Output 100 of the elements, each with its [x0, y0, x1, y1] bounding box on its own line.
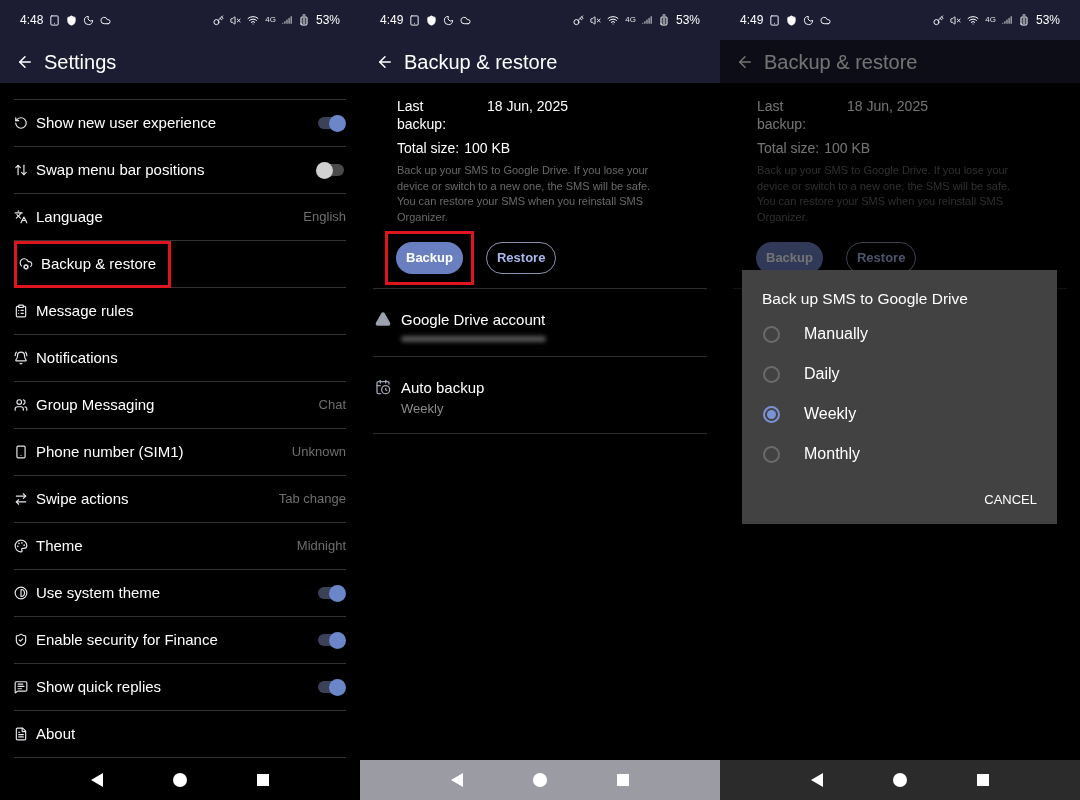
field-label: Last backup: — [757, 97, 808, 133]
row-title: Auto backup — [401, 377, 485, 398]
setting-value: Unknown — [291, 443, 346, 462]
settings-item[interactable]: Message rules — [14, 288, 346, 335]
field-label: Total size: — [397, 139, 460, 158]
radio-option[interactable]: Monthly — [742, 434, 1057, 475]
setting-label: Swap menu bar positions — [36, 159, 205, 180]
calendar-clock-icon — [375, 378, 391, 395]
screen-title: Settings — [44, 49, 117, 75]
settings-item[interactable]: Swap menu bar positions — [14, 147, 346, 194]
home-nav-icon[interactable] — [893, 773, 907, 787]
signal-icon — [641, 15, 652, 25]
toggle-switch[interactable] — [316, 630, 346, 650]
option-label: Weekly — [804, 404, 857, 425]
setting-label: Show new user experience — [36, 112, 217, 133]
setting-label: Use system theme — [36, 582, 161, 603]
cancel-button[interactable]: CANCEL — [984, 490, 1037, 510]
clock: 4:49 — [740, 12, 764, 29]
network-type: 4G — [625, 14, 636, 26]
clipboard-icon — [14, 304, 28, 318]
option-label: Daily — [804, 364, 840, 385]
signal-icon — [281, 15, 292, 25]
settings-row[interactable]: Google Drive account — [373, 289, 707, 357]
cloud-icon — [100, 14, 112, 26]
setting-label: Backup & restore — [41, 253, 157, 274]
setting-label: About — [36, 723, 76, 744]
people-icon — [14, 398, 28, 412]
setting-value: Midnight — [296, 537, 346, 556]
toggle-switch[interactable] — [316, 160, 346, 180]
battery-level: 53% — [1035, 12, 1060, 29]
screen-title: Backup & restore — [404, 49, 558, 75]
radio-button[interactable] — [763, 325, 780, 343]
setting-value: English — [303, 208, 346, 227]
settings-item[interactable]: Notifications — [14, 335, 346, 382]
swipe-arrow-icon — [14, 492, 28, 506]
back-nav-icon[interactable] — [91, 773, 103, 787]
setting-label: Phone number (SIM1) — [36, 441, 184, 462]
settings-item[interactable]: Phone number (SIM1) Unknown — [14, 429, 346, 476]
battery-icon — [1017, 14, 1030, 26]
radio-button[interactable] — [763, 405, 780, 423]
settings-item[interactable]: Language English — [14, 194, 346, 241]
toggle-switch[interactable] — [316, 583, 346, 603]
setting-label: Enable security for Finance — [36, 629, 218, 650]
toggle-switch[interactable] — [316, 113, 346, 133]
cloud-icon — [820, 14, 832, 26]
settings-item[interactable]: Theme Midnight — [14, 523, 346, 570]
settings-item[interactable]: Use system theme — [14, 570, 346, 617]
network-type: 4G — [985, 14, 996, 26]
palette-icon — [14, 539, 28, 553]
key-icon — [213, 14, 225, 26]
key-icon — [573, 14, 585, 26]
setting-label: Notifications — [36, 347, 118, 368]
radio-option[interactable]: Weekly — [742, 394, 1057, 435]
tablet-icon — [49, 14, 61, 26]
home-nav-icon[interactable] — [173, 773, 187, 787]
language-icon — [14, 210, 28, 224]
mute-icon — [950, 14, 962, 26]
settings-item[interactable]: Group Messaging Chat — [14, 382, 346, 429]
option-label: Monthly — [804, 444, 861, 465]
clock: 4:48 — [20, 12, 44, 29]
shield-icon — [66, 14, 78, 26]
battery-icon — [657, 14, 670, 26]
settings-item[interactable]: Show new user experience — [14, 100, 346, 147]
radio-button[interactable] — [763, 365, 780, 383]
field-value: 100 KB — [464, 139, 511, 158]
swap-arrows-icon — [14, 163, 28, 177]
settings-item[interactable]: Swipe actions Tab change — [14, 476, 346, 523]
radio-option[interactable]: Daily — [742, 354, 1057, 395]
radio-button[interactable] — [763, 445, 780, 463]
option-label: Manually — [804, 324, 869, 345]
setting-value: Chat — [318, 396, 346, 415]
wifi-icon — [247, 14, 260, 26]
setting-label: Message rules — [36, 300, 134, 321]
mute-icon — [590, 14, 602, 26]
settings-item[interactable]: About — [14, 711, 346, 758]
wifi-icon — [967, 14, 980, 26]
backup-button[interactable]: Backup — [396, 242, 463, 274]
back-nav-icon[interactable] — [811, 773, 823, 787]
dialog-title: Back up SMS to Google Drive — [761, 289, 969, 309]
field-label: Total size: — [757, 139, 820, 158]
battery-icon — [297, 14, 310, 26]
radio-option[interactable]: Manually — [742, 314, 1057, 355]
document-icon — [14, 727, 28, 741]
settings-item[interactable]: Backup & restore — [14, 241, 346, 288]
battery-level: 53% — [315, 12, 340, 29]
toggle-switch[interactable] — [316, 677, 346, 697]
key-icon — [933, 14, 945, 26]
tablet-icon — [409, 14, 421, 26]
setting-label: Group Messaging — [36, 394, 155, 415]
network-type: 4G — [265, 14, 276, 26]
row-subtitle: Weekly — [401, 400, 445, 418]
setting-label: Theme — [36, 535, 83, 556]
settings-row[interactable]: Auto backup Weekly — [373, 356, 707, 434]
screen-title: Backup & restore — [764, 49, 918, 75]
settings-item[interactable]: Show quick replies — [14, 664, 346, 711]
settings-item[interactable]: Enable security for Finance — [14, 617, 346, 664]
setting-label: Show quick replies — [36, 676, 162, 697]
shield-icon — [786, 14, 798, 26]
field-value: 18 Jun, 2025 — [847, 97, 928, 116]
moon-icon — [803, 14, 815, 26]
